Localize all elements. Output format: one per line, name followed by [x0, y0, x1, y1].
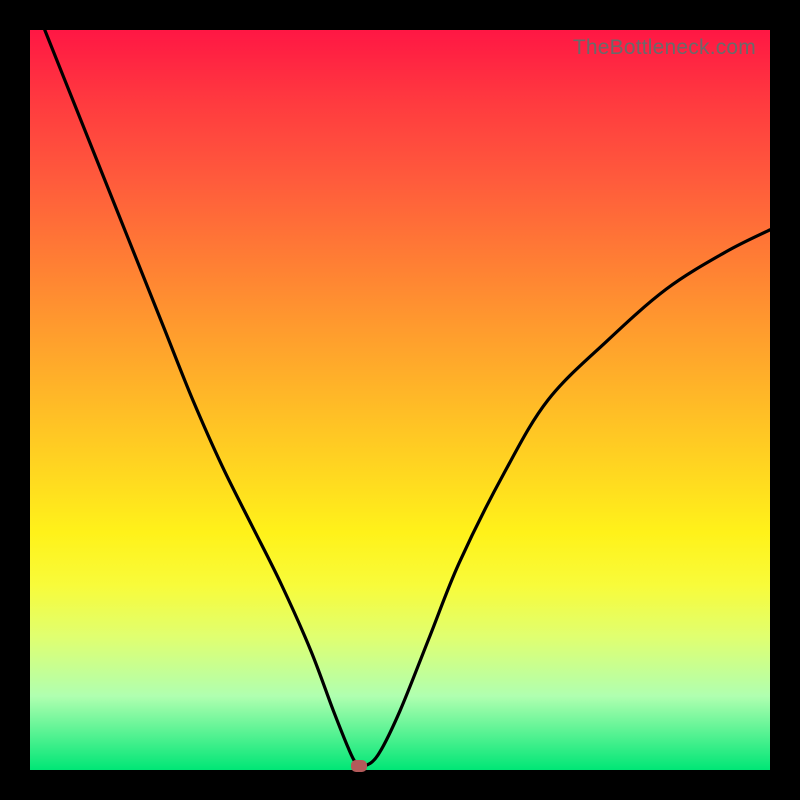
- bottleneck-curve: [45, 30, 770, 767]
- plot-area: TheBottleneck.com: [30, 30, 770, 770]
- watermark-label: TheBottleneck.com: [573, 36, 756, 60]
- chart-frame: TheBottleneck.com: [0, 0, 800, 800]
- minimum-marker: [351, 760, 367, 772]
- curve-svg: [30, 30, 770, 770]
